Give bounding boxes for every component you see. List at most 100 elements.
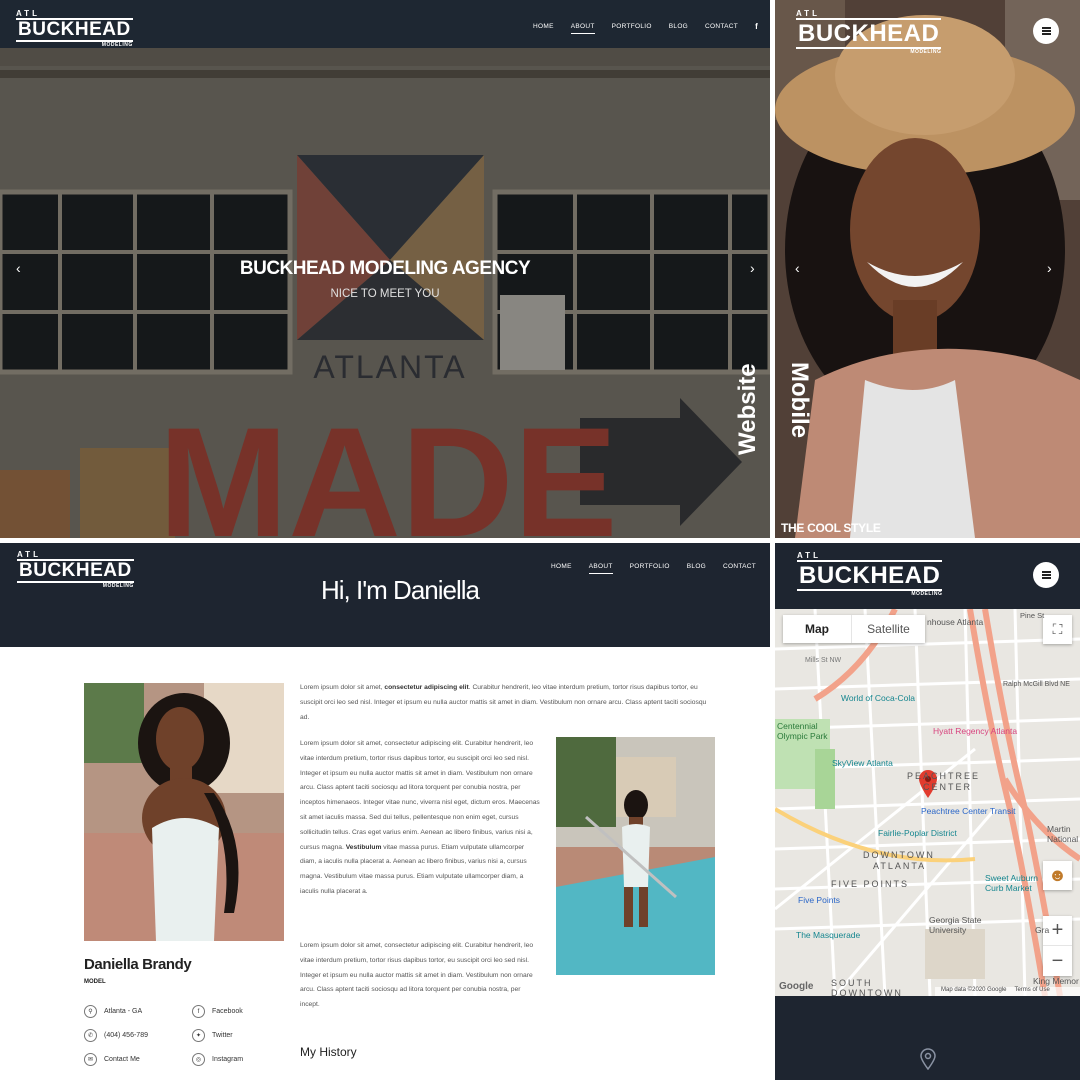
nav-portfolio[interactable]: PORTFOLIO bbox=[630, 563, 670, 573]
mobile-logo[interactable]: ATL BUCKHEAD MODELING bbox=[796, 9, 942, 55]
nav-about[interactable]: ABOUT bbox=[588, 563, 613, 574]
phone-text: (404) 456-789 bbox=[104, 1032, 148, 1039]
nav-blog[interactable]: BLOG bbox=[669, 23, 688, 33]
logo-main-text: BUCKHEAD bbox=[797, 560, 943, 591]
map-label-five-points-area: FIVE POINTS bbox=[831, 879, 910, 889]
map-page-logo[interactable]: ATL BUCKHEAD MODELING bbox=[797, 551, 943, 597]
logo-main-text: BUCKHEAD bbox=[16, 18, 133, 42]
instagram-text: Instagram bbox=[212, 1056, 244, 1063]
model-name: Daniella Brandy bbox=[84, 956, 192, 973]
map-label-centennial: Centennial Olympic Park bbox=[777, 721, 828, 741]
terms-link[interactable]: Terms of Use bbox=[1014, 987, 1049, 996]
map-label-ralph: Ralph McGill Blvd NE bbox=[1003, 681, 1070, 688]
map-label-coke: World of Coca-Cola bbox=[841, 693, 916, 703]
map-label-atlanta: ATLANTA bbox=[873, 861, 927, 871]
map-label-pine: Pine St bbox=[1020, 611, 1045, 620]
map-label-sweet-auburn: Sweet Auburn Curb Market bbox=[985, 873, 1038, 893]
nav-home[interactable]: HOME bbox=[533, 23, 554, 33]
mobile-map-panel: ATL BUCKHEAD MODELING Map Satellite ⛶ ☻ … bbox=[775, 543, 1080, 1080]
hamburger-menu-icon[interactable] bbox=[1033, 562, 1059, 588]
map-label-center: CENTER bbox=[923, 782, 973, 792]
facebook-text: Facebook bbox=[212, 1008, 243, 1015]
slider-prev-arrow-icon[interactable]: ‹ bbox=[16, 260, 21, 276]
extra-paragraph: Lorem ipsum dolor sit amet, consectetur … bbox=[300, 942, 534, 1009]
intro-text-bold: consectetur adipiscing elit bbox=[384, 684, 469, 691]
facebook-link[interactable]: f Facebook bbox=[192, 1005, 243, 1018]
map-label-masquerade: The Masquerade bbox=[796, 930, 861, 940]
contact-me-text: Contact Me bbox=[104, 1056, 140, 1063]
website-side-label: Website bbox=[734, 363, 761, 455]
phone-icon: ✆ bbox=[84, 1029, 97, 1042]
footer-location-icon bbox=[920, 1048, 936, 1070]
satellite-tab[interactable]: Satellite bbox=[851, 615, 925, 643]
model-role: MODEL bbox=[84, 979, 106, 985]
logo-top-text: ATL bbox=[17, 550, 41, 559]
instagram-link[interactable]: ◎ Instagram bbox=[192, 1053, 243, 1066]
slider-next-arrow-icon[interactable]: › bbox=[750, 260, 755, 276]
map-label-skyview: SkyView Atlanta bbox=[832, 758, 893, 768]
map-label-hyatt: Hyatt Regency Atlanta bbox=[933, 726, 1018, 736]
location-item: ⚲ Atlanta - GA bbox=[84, 1005, 142, 1018]
profile-photo bbox=[84, 683, 284, 941]
contact-me-link[interactable]: ✉ Contact Me bbox=[84, 1053, 140, 1066]
map-label-south-downtown: SOUTH DOWNTOWN bbox=[831, 978, 903, 996]
mobile-hero-panel: ATL BUCKHEAD MODELING ‹ › Mobile THE COO… bbox=[775, 0, 1080, 538]
bio-text-bold: Vestibulum bbox=[345, 843, 382, 851]
hero-title: BUCKHEAD MODELING AGENCY bbox=[239, 258, 531, 279]
mobile-caption: THE COOL STYLE bbox=[781, 521, 881, 535]
mobile-prev-arrow-icon[interactable]: ‹ bbox=[795, 260, 800, 276]
mail-icon: ✉ bbox=[84, 1053, 97, 1066]
mobile-side-label: Mobile bbox=[786, 362, 813, 438]
twitter-link[interactable]: ✦ Twitter bbox=[192, 1029, 233, 1042]
zoom-out-button[interactable]: − bbox=[1043, 946, 1072, 976]
attribution-text: Map data ©2020 Google bbox=[941, 987, 1007, 993]
main-nav: HOME ABOUT PORTFOLIO BLOG CONTACT f ◎ bbox=[533, 22, 770, 34]
history-heading: My History bbox=[300, 1045, 357, 1059]
location-text: Atlanta - GA bbox=[104, 1008, 143, 1015]
intro-text-a: Lorem ipsum dolor sit amet, bbox=[300, 684, 385, 691]
map-label-peachtree: PEACHTREE bbox=[907, 771, 981, 781]
google-map[interactable]: Map Satellite ⛶ ☻ + − nhouse Atlanta Pin… bbox=[775, 609, 1080, 996]
logo-sub-text: MODELING bbox=[911, 591, 943, 597]
logo-top-text: ATL bbox=[796, 9, 820, 18]
nav-contact[interactable]: CONTACT bbox=[723, 563, 756, 573]
nav-about[interactable]: ABOUT bbox=[570, 23, 595, 34]
hamburger-menu-icon[interactable] bbox=[1033, 18, 1059, 44]
logo-sub-text: MODELING bbox=[101, 42, 133, 48]
map-label-transit: Peachtree Center Transit bbox=[921, 806, 1016, 816]
map-label-king: King Memor bbox=[1033, 976, 1079, 986]
instagram-icon: ◎ bbox=[192, 1053, 205, 1066]
logo-sub-text: MODELING bbox=[910, 49, 942, 55]
logo-main-text: BUCKHEAD bbox=[796, 18, 942, 49]
website-hero-panel: ATLANTA MADE ATL BUCKHEAD MODELING HOME … bbox=[0, 0, 770, 538]
map-label-fairlie: Fairlie-Poplar District bbox=[878, 828, 957, 838]
bio-text-c: vitae massa purus. Etiam vulputate ullam… bbox=[300, 843, 527, 895]
google-logo: Google bbox=[779, 981, 814, 992]
fullscreen-icon[interactable]: ⛶ bbox=[1043, 615, 1072, 644]
facebook-icon: f bbox=[192, 1005, 205, 1018]
logo-top-text: ATL bbox=[16, 9, 40, 18]
map-label-five-points-station: Five Points bbox=[798, 895, 841, 905]
nav-blog[interactable]: BLOG bbox=[687, 563, 706, 573]
site-logo[interactable]: ATL BUCKHEAD MODELING bbox=[16, 9, 133, 48]
mobile-next-arrow-icon[interactable]: › bbox=[1047, 260, 1052, 276]
intro-paragraph: Lorem ipsum dolor sit amet, consectetur … bbox=[300, 681, 714, 725]
phone-item[interactable]: ✆ (404) 456-789 bbox=[84, 1029, 148, 1042]
about-nav: HOME ABOUT PORTFOLIO BLOG CONTACT f bbox=[551, 562, 770, 574]
street-view-pegman-icon[interactable]: ☻ bbox=[1043, 861, 1072, 890]
map-label-gra: Gra bbox=[1035, 925, 1050, 935]
bio-paragraph: Lorem ipsum dolor sit amet, consectetur … bbox=[300, 737, 540, 900]
nav-contact[interactable]: CONTACT bbox=[705, 23, 738, 33]
hero-subtitle: NICE TO MEET YOU bbox=[330, 288, 440, 300]
facebook-icon[interactable]: f bbox=[755, 22, 758, 34]
logo-top-text: ATL bbox=[797, 551, 821, 560]
mobile-portrait-image bbox=[775, 0, 1080, 538]
nav-portfolio[interactable]: PORTFOLIO bbox=[612, 23, 652, 33]
about-page-panel: ATL BUCKHEAD MODELING HOME ABOUT PORTFOL… bbox=[0, 543, 770, 1080]
page-title: Hi, I'm Daniella bbox=[320, 575, 480, 605]
pool-photo bbox=[556, 737, 715, 975]
map-tab[interactable]: Map bbox=[783, 615, 851, 643]
map-type-toggle: Map Satellite bbox=[783, 615, 925, 643]
bio-text-a: Lorem ipsum dolor sit amet, consectetur … bbox=[300, 740, 540, 851]
nav-home[interactable]: HOME bbox=[551, 563, 572, 573]
